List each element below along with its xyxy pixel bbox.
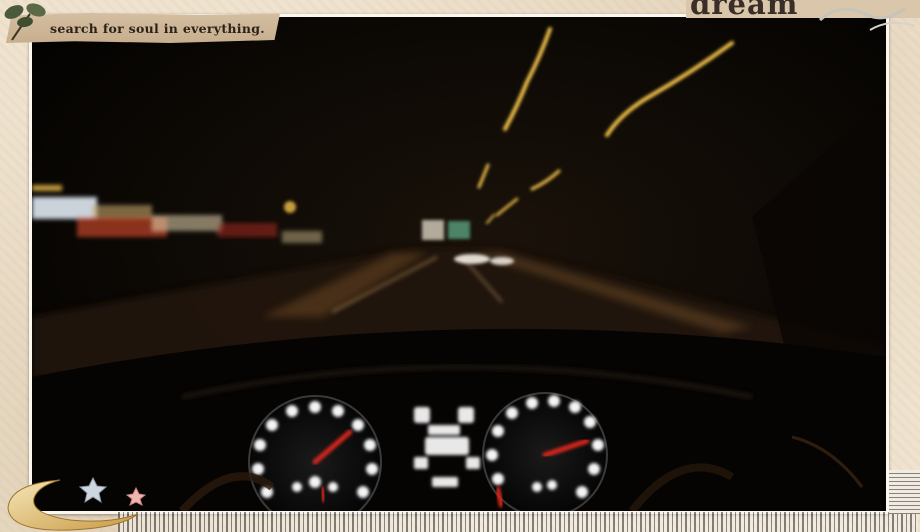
tagline-text: search for soul in everything. (50, 20, 265, 36)
newsprint-strip (118, 512, 918, 532)
tachometer-gauge (482, 392, 608, 511)
crescent-moon-icon (7, 476, 147, 531)
silver-star-icon (78, 476, 108, 504)
leaf-sprig-icon (4, 3, 46, 41)
photo-frame (29, 14, 889, 514)
dream-word: dream (690, 0, 799, 18)
swirl-ornament-icon (818, 6, 916, 31)
night-highway-dashboard-photo (32, 17, 886, 511)
newsprint-scrap (889, 470, 920, 514)
night-driving-photo (32, 17, 886, 511)
pink-star-icon (125, 486, 147, 506)
